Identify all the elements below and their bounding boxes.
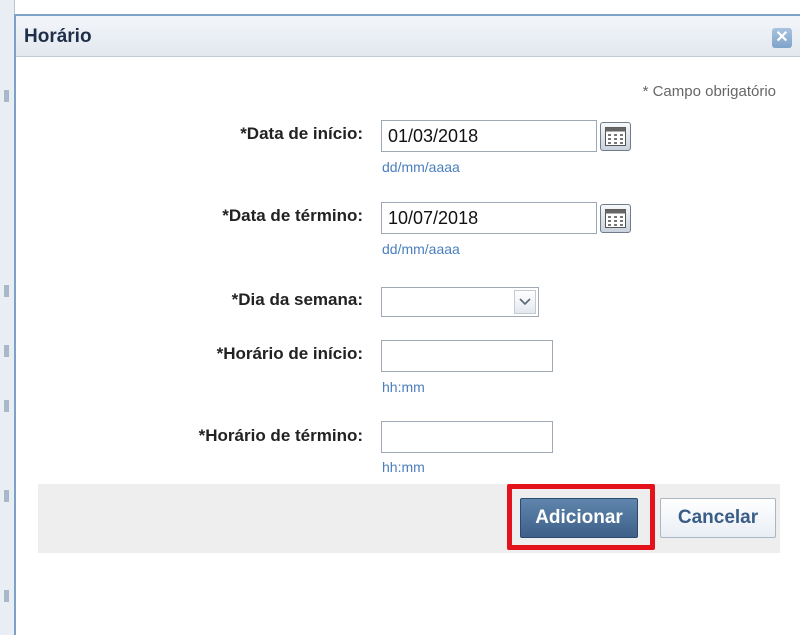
start-time-format-hint: hh:mm — [382, 379, 425, 395]
background-mark — [4, 90, 9, 102]
start-time-label: *Horário de início: — [216, 344, 363, 363]
calendar-icon[interactable] — [600, 122, 631, 151]
end-date-label: *Data de término: — [222, 206, 363, 225]
background-mark — [4, 400, 9, 412]
end-date-format-hint: dd/mm/aaaa — [382, 241, 460, 257]
background-mark — [4, 345, 9, 357]
background-page-edge — [0, 0, 15, 635]
required-field-note: * Campo obrigatório — [642, 83, 776, 100]
weekday-select[interactable] — [381, 287, 539, 317]
start-date-label: *Data de início: — [240, 124, 363, 143]
start-time-input[interactable] — [381, 340, 553, 372]
end-date-input[interactable] — [381, 202, 597, 234]
add-button[interactable]: Adicionar — [520, 498, 638, 538]
dialog-titlebar: Horário ✕ — [16, 16, 800, 57]
weekday-label: *Dia da semana: — [231, 290, 363, 309]
close-icon[interactable]: ✕ — [772, 28, 792, 48]
end-time-input[interactable] — [381, 421, 553, 453]
calendar-icon[interactable] — [600, 204, 631, 233]
end-time-format-hint: hh:mm — [382, 459, 425, 475]
chevron-down-icon[interactable] — [514, 290, 536, 314]
cancel-button[interactable]: Cancelar — [660, 498, 776, 538]
background-mark — [4, 285, 9, 297]
dialog-title: Horário — [24, 26, 92, 47]
schedule-dialog: Horário ✕ * Campo obrigatório *Data de i… — [14, 14, 800, 635]
end-time-label: *Horário de término: — [198, 426, 363, 445]
background-mark — [4, 490, 9, 502]
start-date-format-hint: dd/mm/aaaa — [382, 159, 460, 175]
background-mark — [4, 590, 9, 602]
start-date-input[interactable] — [381, 120, 597, 152]
